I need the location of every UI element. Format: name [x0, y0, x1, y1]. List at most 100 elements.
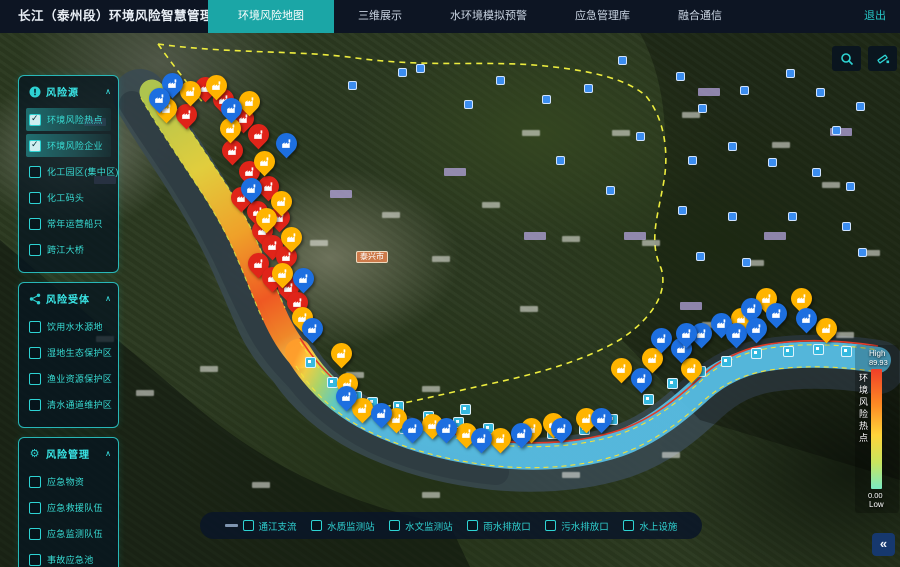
layer-item[interactable]: 环境风险热点 — [26, 108, 111, 131]
map-poi-icon — [740, 86, 749, 95]
layer-item[interactable]: 环境风险企业 — [26, 134, 111, 157]
station-marker[interactable] — [813, 344, 824, 355]
measure-button[interactable] — [868, 46, 897, 71]
factory-icon — [210, 79, 223, 92]
station-marker[interactable] — [643, 394, 654, 405]
collapse-panel-button[interactable]: « — [872, 533, 895, 556]
factory-icon — [280, 137, 293, 150]
nav-tab[interactable]: 三维展示 — [334, 0, 426, 33]
map-poi-icon — [542, 95, 551, 104]
map-poi-icon — [636, 132, 645, 141]
search-button[interactable] — [832, 46, 861, 71]
layer-item[interactable]: 湿地生态保护区 — [26, 341, 111, 364]
checkbox[interactable] — [29, 140, 41, 152]
map-poi-icon — [698, 104, 707, 113]
factory-icon — [795, 292, 808, 305]
factory-icon — [153, 92, 166, 105]
factory-icon — [555, 422, 568, 435]
nav-tab[interactable]: 环境风险地图 — [208, 0, 334, 33]
map-poi-icon — [496, 76, 505, 85]
checkbox[interactable] — [29, 347, 41, 359]
station-marker[interactable] — [460, 404, 471, 415]
checkbox[interactable] — [467, 520, 478, 531]
legend-toggle[interactable]: 通江支流 — [225, 519, 297, 533]
layer-item[interactable]: 事故应急池 — [26, 548, 111, 567]
checkbox[interactable] — [29, 528, 41, 540]
station-marker[interactable] — [841, 346, 852, 357]
checkbox[interactable] — [623, 520, 634, 531]
panel-header-risk-receptor[interactable]: 风险受体 ∧ — [26, 289, 111, 312]
checkbox[interactable] — [29, 554, 41, 566]
checkbox[interactable] — [29, 373, 41, 385]
factory-icon — [340, 390, 353, 403]
factory-icon — [252, 257, 265, 270]
factory-icon — [375, 407, 388, 420]
panel-header-risk-source[interactable]: 风险源 ∧ — [26, 82, 111, 105]
checkbox[interactable] — [545, 520, 556, 531]
factory-icon — [297, 272, 310, 285]
station-marker[interactable] — [305, 357, 316, 368]
checkbox[interactable] — [29, 476, 41, 488]
map-poi-icon — [348, 81, 357, 90]
station-marker[interactable] — [721, 356, 732, 367]
layer-item[interactable]: 应急监测队伍 — [26, 522, 111, 545]
layer-item[interactable]: 清水通道维护区 — [26, 393, 111, 416]
checkbox[interactable] — [243, 520, 254, 531]
layer-item[interactable]: 常年运营船只 — [26, 212, 111, 235]
checkbox[interactable] — [29, 321, 41, 333]
station-marker[interactable] — [667, 378, 678, 389]
chevron-up-icon[interactable]: ∧ — [105, 449, 111, 458]
checkbox[interactable] — [29, 502, 41, 514]
factory-icon — [258, 155, 271, 168]
panel-header-risk-management[interactable]: ⚙ 风险管理 ∧ — [26, 444, 111, 467]
map-poi-icon — [786, 69, 795, 78]
checkbox[interactable] — [29, 114, 41, 126]
legend-toggle[interactable]: 水文监测站 — [389, 519, 453, 533]
gear-icon: ⚙ — [28, 447, 41, 460]
factory-icon — [406, 422, 419, 435]
layer-item[interactable]: 饮用水水源地 — [26, 315, 111, 338]
chevron-up-icon[interactable]: ∧ — [105, 87, 111, 96]
factory-icon — [800, 312, 813, 325]
legend-toggle[interactable]: 水上设施 — [623, 519, 677, 533]
factory-icon — [595, 412, 608, 425]
layer-item[interactable]: 跨江大桥 — [26, 238, 111, 261]
factory-icon — [750, 322, 763, 335]
risk-marker-pin[interactable] — [327, 339, 357, 369]
factory-icon — [745, 302, 758, 315]
checkbox[interactable] — [29, 192, 41, 204]
factory-icon — [225, 102, 238, 115]
checkbox[interactable] — [389, 520, 400, 531]
layer-item[interactable]: 化工园区(集中区) — [26, 160, 111, 183]
station-marker[interactable] — [751, 348, 762, 359]
layer-item[interactable]: 渔业资源保护区 — [26, 367, 111, 390]
layer-item[interactable]: 化工码头 — [26, 186, 111, 209]
checkbox[interactable] — [29, 218, 41, 230]
nav-tab[interactable]: 应急管理库 — [551, 0, 654, 33]
logout-button[interactable]: 退出 — [864, 0, 886, 33]
map-poi-icon — [676, 72, 685, 81]
layer-item[interactable]: 应急物资 — [26, 470, 111, 493]
nav-tab[interactable]: 融合通信 — [654, 0, 746, 33]
legend-high-label: High — [869, 349, 885, 358]
map-poi-icon — [788, 212, 797, 221]
legend-title: 环境风险热点 — [857, 373, 870, 445]
map-poi-icon — [464, 100, 473, 109]
factory-icon — [615, 362, 628, 375]
checkbox[interactable] — [29, 399, 41, 411]
legend-toggle[interactable]: 水质监测站 — [311, 519, 375, 533]
legend-toggle[interactable]: 污水排放口 — [545, 519, 609, 533]
chevron-up-icon[interactable]: ∧ — [105, 294, 111, 303]
legend-toggle[interactable]: 雨水排放口 — [467, 519, 531, 533]
map-poi-icon — [584, 84, 593, 93]
layer-item[interactable]: 应急救援队伍 — [26, 496, 111, 519]
risk-marker-pin[interactable] — [272, 129, 302, 159]
checkbox[interactable] — [29, 244, 41, 256]
map-poi-icon — [728, 142, 737, 151]
nav-tab[interactable]: 水环境模拟预警 — [426, 0, 551, 33]
map-poi-icon — [832, 126, 841, 135]
legend-low-label: Low — [869, 500, 884, 509]
station-marker[interactable] — [783, 346, 794, 357]
checkbox[interactable] — [311, 520, 322, 531]
checkbox[interactable] — [29, 166, 41, 178]
